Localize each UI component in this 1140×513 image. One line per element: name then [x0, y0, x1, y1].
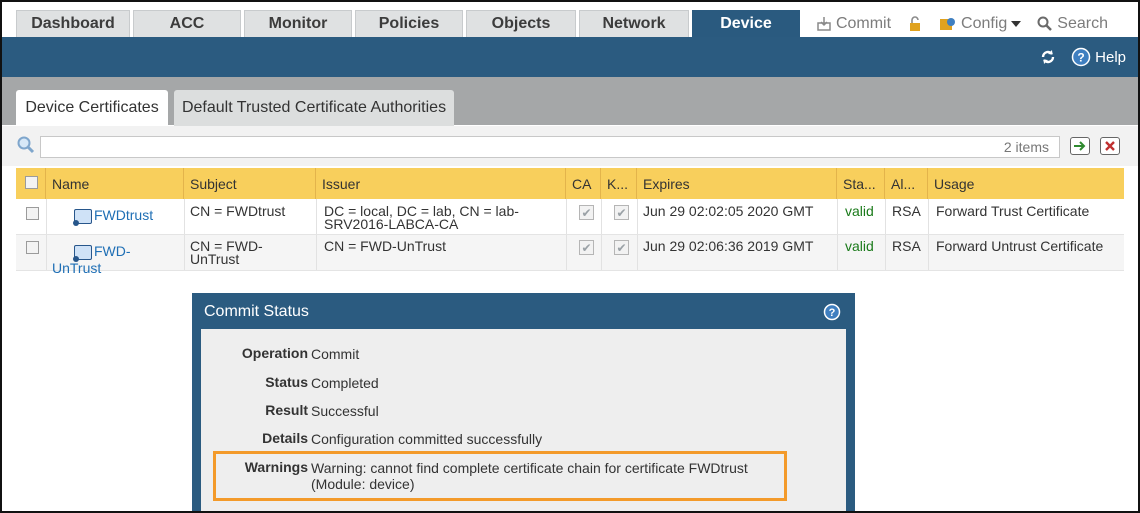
- tab-network[interactable]: Network: [579, 10, 689, 37]
- status-value: Completed: [311, 375, 379, 391]
- tab-objects[interactable]: Objects: [466, 10, 576, 37]
- search-label: Search: [1057, 14, 1108, 32]
- dialog-help-icon[interactable]: ?: [823, 303, 841, 321]
- cert-name-link[interactable]: FWDtrust: [68, 208, 153, 226]
- cert-name-link[interactable]: FWD- UnTrust: [46, 243, 131, 276]
- commit-icon: [816, 16, 832, 32]
- col-subject[interactable]: Subject: [184, 168, 316, 199]
- help-link[interactable]: ? Help: [1071, 47, 1126, 67]
- col-algorithm[interactable]: Al...: [885, 168, 928, 199]
- lock-button[interactable]: [907, 15, 923, 32]
- commit-label: Commit: [835, 14, 892, 32]
- key-checkbox: ✔: [614, 240, 629, 255]
- dialog-title: Commit Status: [204, 303, 309, 320]
- certificate-icon: [73, 209, 92, 226]
- subtab-bar: [2, 77, 1138, 125]
- top-nav: Dashboard ACC Monitor Policies Objects N…: [2, 2, 1138, 37]
- status-label: Status: [265, 374, 308, 390]
- clear-filter-button[interactable]: [1100, 137, 1120, 155]
- tab-policies[interactable]: Policies: [355, 10, 463, 37]
- operation-value: Commit: [311, 346, 360, 362]
- items-count: 2 items: [1003, 139, 1049, 155]
- config-icon: [939, 16, 957, 32]
- tab-acc[interactable]: ACC: [133, 10, 241, 37]
- config-menu[interactable]: Config: [939, 14, 1022, 33]
- warnings-label: Warnings: [244, 459, 308, 475]
- col-name[interactable]: Name: [46, 168, 184, 199]
- subject-cell: CN = FWD- UnTrust: [190, 238, 263, 267]
- search-icon: [1037, 16, 1053, 32]
- col-status[interactable]: Sta...: [837, 168, 885, 199]
- table-row[interactable]: FWD- UnTrust CN = FWD- UnTrust CN = FWD-U…: [16, 235, 1124, 276]
- issuer-cell: CN = FWD-UnTrust: [324, 238, 446, 254]
- status-cell: valid: [845, 238, 874, 254]
- key-checkbox: ✔: [614, 205, 629, 220]
- issuer-cell: DC = local, DC = lab, CN = lab- SRV2016-L…: [324, 203, 519, 232]
- select-all-cell: [16, 168, 46, 199]
- expires-cell: Jun 29 02:02:05 2020 GMT: [643, 203, 814, 219]
- refresh-icon[interactable]: [1039, 48, 1057, 66]
- commit-status-dialog: Commit Status ? Operation Commit Status …: [192, 293, 855, 511]
- svg-text:?: ?: [829, 307, 836, 319]
- col-expires[interactable]: Expires: [637, 168, 837, 199]
- operation-label: Operation: [241, 345, 308, 361]
- select-all-checkbox[interactable]: [25, 176, 38, 189]
- expires-cell: Jun 29 02:06:36 2019 GMT: [643, 238, 814, 254]
- arrow-right-icon: [1074, 141, 1086, 151]
- help-label: Help: [1095, 48, 1126, 66]
- col-issuer[interactable]: Issuer: [316, 168, 566, 199]
- dialog-body: Operation Commit Status Completed Result…: [201, 329, 846, 511]
- warnings-value: Warning: cannot find complete certificat…: [311, 460, 748, 492]
- app-window: Dashboard ACC Monitor Policies Objects N…: [0, 0, 1140, 513]
- lock-icon: [907, 15, 923, 32]
- algorithm-cell: RSA: [892, 238, 921, 254]
- certificate-icon: [73, 244, 92, 262]
- tab-device[interactable]: Device: [692, 10, 800, 37]
- details-label: Details: [262, 430, 308, 446]
- col-ca[interactable]: CA: [566, 168, 601, 199]
- subject-cell: CN = FWDtrust: [190, 203, 286, 219]
- filter-input[interactable]: 2 items: [40, 136, 1060, 158]
- tab-dashboard[interactable]: Dashboard: [16, 10, 130, 37]
- tab-monitor[interactable]: Monitor: [244, 10, 352, 37]
- top-links: Commit Config Search: [816, 10, 1108, 37]
- table-row[interactable]: FWDtrust CN = FWDtrust DC = local, DC = …: [16, 199, 1124, 235]
- col-usage[interactable]: Usage: [928, 168, 1124, 199]
- config-label: Config: [961, 14, 1008, 32]
- ca-checkbox: ✔: [579, 240, 594, 255]
- details-value: Configuration committed successfully: [311, 431, 543, 447]
- tab-default-trusted-cas[interactable]: Default Trusted Certificate Authorities: [174, 90, 454, 126]
- usage-cell: Forward Untrust Certificate: [936, 238, 1104, 254]
- row-checkbox[interactable]: [26, 241, 39, 254]
- help-icon: ?: [1071, 47, 1091, 67]
- status-cell: valid: [845, 203, 874, 219]
- tab-device-certificates[interactable]: Device Certificates: [16, 90, 168, 126]
- result-value: Successful: [311, 403, 379, 419]
- col-key[interactable]: K...: [601, 168, 637, 199]
- row-checkbox[interactable]: [26, 207, 39, 220]
- commit-link[interactable]: Commit: [816, 15, 891, 33]
- search-link[interactable]: Search: [1037, 15, 1108, 33]
- table-header: Name Subject Issuer CA K... Expires Sta.…: [16, 168, 1124, 199]
- band-tools: ? Help: [1039, 47, 1126, 67]
- close-icon: [1105, 141, 1115, 151]
- algorithm-cell: RSA: [892, 203, 921, 219]
- apply-filter-button[interactable]: [1070, 137, 1090, 155]
- device-toolbar: ? Help: [2, 37, 1138, 77]
- result-label: Result: [265, 402, 308, 418]
- chevron-down-icon: [1011, 20, 1022, 28]
- filter-search-icon: [16, 135, 36, 155]
- usage-cell: Forward Trust Certificate: [936, 203, 1090, 219]
- ca-checkbox: ✔: [579, 205, 594, 220]
- svg-text:?: ?: [1077, 51, 1084, 65]
